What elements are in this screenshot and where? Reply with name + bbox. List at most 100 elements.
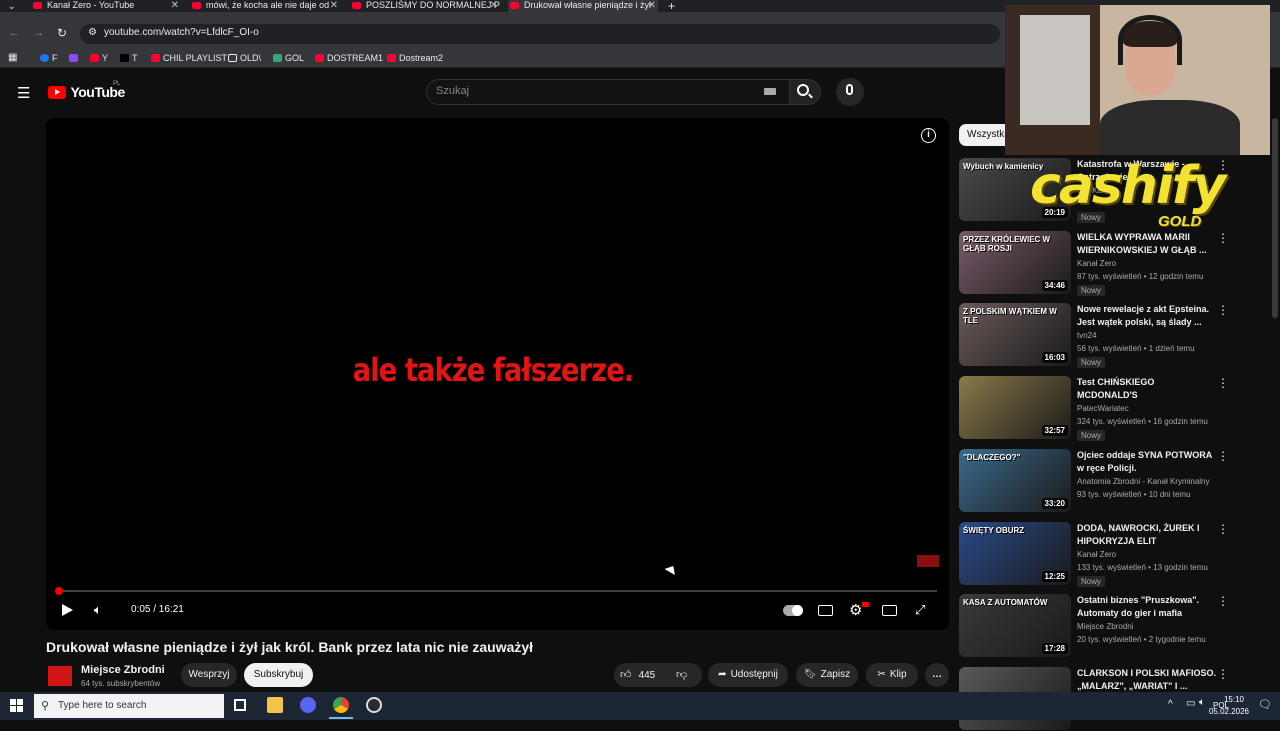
kebab-menu-icon[interactable]: ⋮	[1217, 594, 1229, 608]
subscribe-button[interactable]: Subskrybuj	[244, 663, 313, 687]
support-button[interactable]: Wesprzyj	[181, 663, 237, 687]
fullscreen-icon[interactable]: ⤢	[915, 602, 925, 618]
bookmark-dostream2[interactable]: Dostream2	[387, 53, 443, 63]
site-info-icon[interactable]: ⚙	[88, 27, 97, 38]
kebab-menu-icon[interactable]: ⋮	[1217, 376, 1229, 390]
video-thumbnail[interactable]: "DLACZEGO?" 33:20	[959, 449, 1071, 512]
video-thumbnail[interactable]: KASA Z AUTOMATÓW 17:28	[959, 594, 1071, 657]
like-button[interactable]: 👍︎ 445	[620, 668, 655, 681]
video-thumbnail[interactable]: 32:57	[959, 376, 1071, 439]
recommendation-title[interactable]: WIELKA WYPRAWA MARII WIERNIKOWSKIEJ W GŁ…	[1077, 231, 1217, 257]
recommendation-item[interactable]: 32:57 Test CHIŃSKIEGO MCDONALD'S PatecWari…	[959, 376, 1249, 441]
recommendation-channel[interactable]: tvn24	[1077, 331, 1097, 340]
info-icon[interactable]: i	[921, 128, 936, 143]
notifications-icon[interactable]: 🗨︎	[1258, 698, 1272, 711]
kebab-menu-icon[interactable]: ⋮	[1217, 667, 1229, 681]
save-button[interactable]: 🔖︎ Zapisz	[796, 663, 858, 687]
recommendation-item[interactable]: ŚWIĘTY OBURZ 12:25 DODA, NAWROCKI, ŻUREK I…	[959, 522, 1249, 587]
url-text[interactable]: youtube.com/watch?v=LfdlcF_OI-o	[104, 27, 259, 38]
tray-chevron-icon[interactable]: ^	[1168, 699, 1173, 710]
search-box[interactable]	[426, 79, 790, 105]
video-thumbnail[interactable]: PRZEZ KRÓLEWIEC W GŁĄB ROSJI 34:46	[959, 231, 1071, 294]
facebook-icon	[40, 54, 49, 62]
video-thumbnail[interactable]: ŚWIĘTY OBURZ 12:25	[959, 522, 1071, 585]
recommendation-channel[interactable]: Kanał Zero	[1077, 259, 1116, 268]
bookmark-y[interactable]: Y	[90, 53, 108, 63]
recommendation-channel[interactable]: Kanał Zero	[1077, 550, 1116, 559]
channel-avatar[interactable]	[48, 666, 72, 686]
reload-icon[interactable]: ↻	[57, 26, 67, 40]
recommendation-channel[interactable]: Anatomia Zbrodni - Kanał Kryminalny	[1077, 477, 1210, 486]
close-tab-icon[interactable]: ✕	[330, 0, 338, 11]
more-actions-button[interactable]: …	[925, 663, 949, 687]
progress-scrubber-handle[interactable]	[55, 587, 63, 595]
tab-4-active[interactable]: Drukował własne pieniądze i żył ✕	[508, 0, 658, 12]
video-thumbnail[interactable]: Z POLSKIM WĄTKIEM W TLE 16:03	[959, 303, 1071, 366]
dislike-button[interactable]: 👎︎	[676, 668, 687, 681]
bookmark-t[interactable]: T	[120, 53, 138, 63]
recommendation-channel[interactable]: PatecWariatec	[1077, 404, 1129, 413]
apps-grid-icon[interactable]: ▦	[8, 52, 17, 63]
recommendation-title[interactable]: Test CHIŃSKIEGO MCDONALD'S	[1077, 376, 1217, 402]
recommendation-title[interactable]: Nowe rewelacje z akt Epsteina. Jest wąte…	[1077, 303, 1217, 329]
share-button[interactable]: ➦ Udostępnij	[708, 663, 788, 687]
page-scrollbar[interactable]	[1272, 118, 1278, 318]
task-view-icon[interactable]	[234, 699, 246, 711]
kebab-menu-icon[interactable]: ⋮	[1217, 231, 1229, 245]
recommendation-item[interactable]: "DLACZEGO?" 33:20 Ojciec oddaje SYNA POTWO…	[959, 449, 1249, 513]
bookmark-twitch[interactable]	[69, 53, 81, 63]
recommendation-title[interactable]: DODA, NAWROCKI, ŻUREK I HIPOKRYZJA ELIT	[1077, 522, 1217, 548]
close-tab-icon[interactable]: ✕	[171, 0, 179, 11]
close-tab-icon[interactable]: ✕	[648, 0, 656, 11]
kebab-menu-icon[interactable]: ⋮	[1217, 522, 1229, 536]
tab-1[interactable]: Kanał Zero - YouTube ✕	[31, 0, 181, 12]
recommendation-title[interactable]: Ojciec oddaje SYNA POTWORA w ręce Policj…	[1077, 449, 1217, 475]
kebab-menu-icon[interactable]: ⋮	[1217, 303, 1229, 317]
miniplayer-icon[interactable]	[882, 605, 897, 616]
windows-start-icon[interactable]	[10, 699, 23, 712]
tab-3[interactable]: POSZLIŚMY DO NORMALNEJ P ✕	[350, 0, 500, 12]
file-explorer-icon[interactable]	[267, 697, 283, 713]
play-icon[interactable]	[62, 604, 73, 616]
bookmark-dostream1[interactable]: DOSTREAM1	[315, 53, 383, 63]
clock-date[interactable]: 05.02.2026	[1207, 707, 1251, 716]
recommendation-title[interactable]: Ostatni biznes "Pruszkowa". Automaty do …	[1077, 594, 1217, 620]
bookmark-folder-old[interactable]: OLD\	[228, 53, 261, 63]
recommendation-channel[interactable]: Miejsce Zbrodni	[1077, 622, 1133, 631]
forward-icon[interactable]: →	[33, 27, 44, 39]
recommendation-item[interactable]: KASA Z AUTOMATÓW 17:28 Ostatni biznes "Pru…	[959, 594, 1249, 658]
bookmark-label: Dostream2	[399, 53, 444, 63]
channel-watermark[interactable]	[917, 555, 939, 567]
bookmark-f[interactable]: F	[40, 53, 58, 63]
network-icon[interactable]: ▭	[1186, 698, 1195, 709]
clip-button[interactable]: ✂ Klip	[866, 663, 918, 687]
volume-tray-icon[interactable]: 🔈︎	[1199, 697, 1205, 708]
youtube-logo[interactable]: YouTube PL	[48, 81, 125, 102]
search-input[interactable]: Szukaj	[436, 85, 469, 97]
keyboard-icon[interactable]	[764, 88, 776, 95]
volume-icon[interactable]: 🔈︎	[94, 602, 102, 618]
hamburger-menu-icon[interactable]: ☰	[17, 84, 30, 102]
tab-2[interactable]: mówi, że kocha ale nie daje od ✕	[190, 0, 340, 12]
kebab-menu-icon[interactable]: ⋮	[1217, 449, 1229, 463]
bookmark-chil-playlist[interactable]: CHIL PLAYLIST	[151, 53, 227, 63]
thumbnail-overlay-text: "DLACZEGO?"	[963, 453, 1021, 462]
recommendation-item[interactable]: PRZEZ KRÓLEWIEC W GŁĄB ROSJI 34:46 WIELKA …	[959, 231, 1249, 296]
recommendation-item[interactable]: Z POLSKIM WĄTKIEM W TLE 16:03 Nowe rewelac…	[959, 303, 1249, 368]
clock-time[interactable]: 15:10	[1219, 695, 1249, 704]
settings-gear-icon[interactable]: ⚙	[849, 601, 862, 619]
subtitles-icon[interactable]	[818, 605, 833, 616]
chrome-icon[interactable]	[333, 697, 349, 713]
tab-search-icon[interactable]: ⌄	[8, 1, 16, 12]
back-icon[interactable]: ←	[9, 27, 20, 39]
bookmark-gol[interactable]: GOL	[273, 53, 304, 63]
progress-bar[interactable]	[57, 590, 937, 592]
taskbar-search-input[interactable]: Type here to search	[58, 700, 146, 711]
youtube-favicon-icon	[33, 2, 42, 9]
close-tab-icon[interactable]: ✕	[490, 0, 498, 11]
recommendation-title[interactable]: CLARKSON I POLSKI MAFIOSO. „MALARZ", „WA…	[1077, 667, 1217, 693]
channel-name[interactable]: Miejsce Zbrodni	[81, 664, 165, 676]
autoplay-toggle[interactable]	[783, 605, 803, 616]
discord-icon[interactable]	[300, 697, 316, 713]
obs-icon[interactable]	[366, 697, 382, 713]
